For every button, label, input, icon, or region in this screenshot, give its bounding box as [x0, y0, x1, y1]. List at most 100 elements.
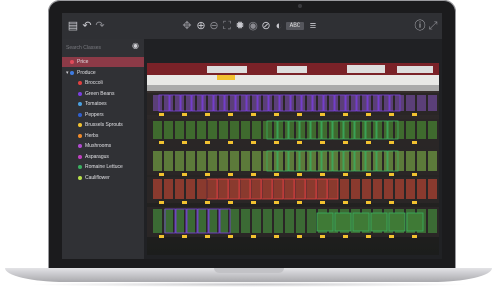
- produce-item: [285, 179, 294, 199]
- produce-item: [351, 121, 360, 139]
- class-item[interactable]: Green Beans: [62, 89, 144, 99]
- produce-item: [252, 121, 261, 139]
- settings-icon[interactable]: ✹: [233, 18, 247, 34]
- class-label: Tomatoes: [85, 101, 107, 107]
- produce-item: [186, 121, 195, 139]
- produce-item: [395, 179, 404, 199]
- price-tag: [182, 113, 187, 116]
- price-tag: [274, 173, 279, 176]
- produce-item: [318, 95, 327, 111]
- produce-item: [175, 121, 184, 139]
- search-input[interactable]: Search Classes: [66, 43, 140, 53]
- produce-item: [373, 179, 382, 199]
- camera: [298, 4, 302, 8]
- produce-item: [307, 95, 316, 111]
- price-tag: [297, 201, 302, 204]
- class-label: Mushrooms: [85, 143, 112, 149]
- produce-item: [274, 209, 283, 233]
- produce-item: [296, 179, 305, 199]
- produce-item: [263, 209, 272, 233]
- produce-item: [307, 209, 316, 233]
- expand-icon[interactable]: ⤢: [426, 18, 440, 34]
- class-label: Green Beans: [85, 90, 115, 97]
- produce-item: [318, 179, 327, 199]
- class-item[interactable]: Cauliflower: [62, 173, 144, 183]
- produce-item: [428, 121, 437, 139]
- produce-item: [252, 151, 261, 171]
- image-canvas[interactable]: [144, 39, 442, 259]
- annotation-box: [388, 212, 406, 232]
- price-tag: [343, 141, 348, 144]
- eye-icon[interactable]: ◉: [132, 41, 139, 50]
- contrast-icon[interactable]: ◐: [272, 18, 286, 34]
- class-item[interactable]: Price: [62, 57, 144, 67]
- price-tag: [366, 235, 371, 238]
- price-tag: [205, 235, 210, 238]
- produce-item: [252, 95, 261, 111]
- menu-icon[interactable]: ≡: [306, 18, 320, 34]
- price-tag: [366, 201, 371, 204]
- annotation-box: [406, 212, 424, 232]
- produce-item: [384, 151, 393, 171]
- class-item[interactable]: Tomatoes: [62, 99, 144, 109]
- class-label: Price: [77, 59, 89, 65]
- class-item[interactable]: Broccoli: [62, 78, 144, 88]
- class-item[interactable]: Peppers: [62, 110, 144, 120]
- label-badge[interactable]: ABC: [286, 22, 304, 30]
- info-icon[interactable]: ⓘ: [413, 18, 427, 34]
- hide-icon[interactable]: ⊘: [259, 18, 273, 34]
- price-tag: [320, 141, 325, 144]
- produce-item: [362, 121, 371, 139]
- produce-item: [351, 179, 360, 199]
- price-tag: [297, 235, 302, 238]
- produce-item: [263, 121, 272, 139]
- produce-item: [274, 95, 283, 111]
- produce-item: [428, 179, 437, 199]
- class-item[interactable]: Herbs: [62, 131, 144, 141]
- produce-item: [285, 121, 294, 139]
- produce-item: [186, 95, 195, 111]
- price-tag: [366, 141, 371, 144]
- produce-item: [329, 179, 338, 199]
- price-tag: [274, 201, 279, 204]
- class-color-dot: [78, 112, 82, 117]
- produce-item: [329, 151, 338, 171]
- produce-item: [208, 121, 217, 139]
- price-tag: [389, 201, 394, 204]
- class-color-dot: [70, 70, 74, 75]
- class-item[interactable]: ▾ Produce: [62, 68, 144, 78]
- class-item[interactable]: Asparagus: [62, 152, 144, 162]
- price-tag: [412, 141, 417, 144]
- produce-item: [362, 151, 371, 171]
- undo-icon[interactable]: ↶: [80, 18, 94, 34]
- price-tag: [205, 173, 210, 176]
- class-item[interactable]: Mushrooms: [62, 141, 144, 151]
- price-tag: [389, 173, 394, 176]
- produce-item: [362, 179, 371, 199]
- shelf-photo: [147, 63, 439, 255]
- price-tag: [389, 235, 394, 238]
- move-icon[interactable]: ✥: [180, 18, 194, 34]
- class-item[interactable]: Romaine Lettuce: [62, 162, 144, 172]
- produce-item: [395, 121, 404, 139]
- chevron-down-icon[interactable]: ▾: [66, 68, 69, 78]
- sidebar-toggle-icon[interactable]: ▤: [66, 18, 80, 34]
- app-window: ▤ ↶ ↷ ✥ ⊕ ⊖ ⛶ ✹ ◉ ⊘ ◐ ABC ≡ ⓘ ⤢ Search C…: [62, 13, 442, 259]
- produce-item: [395, 95, 404, 111]
- brightness-icon[interactable]: ◉: [246, 18, 260, 34]
- price-tag: [274, 235, 279, 238]
- price-tag: [251, 235, 256, 238]
- class-label: Asparagus: [85, 153, 109, 160]
- class-item[interactable]: Brussels Sprouts: [62, 120, 144, 130]
- produce-item: [219, 151, 228, 171]
- produce-item: [329, 121, 338, 139]
- zoom-in-icon[interactable]: ⊕: [194, 18, 208, 34]
- produce-item: [208, 95, 217, 111]
- price-tag: [389, 141, 394, 144]
- fit-screen-icon[interactable]: ⛶: [220, 18, 234, 34]
- produce-item: [263, 179, 272, 199]
- class-color-dot: [78, 175, 82, 180]
- produce-item: [208, 179, 217, 199]
- zoom-out-icon[interactable]: ⊖: [207, 18, 221, 34]
- redo-icon[interactable]: ↷: [93, 18, 107, 34]
